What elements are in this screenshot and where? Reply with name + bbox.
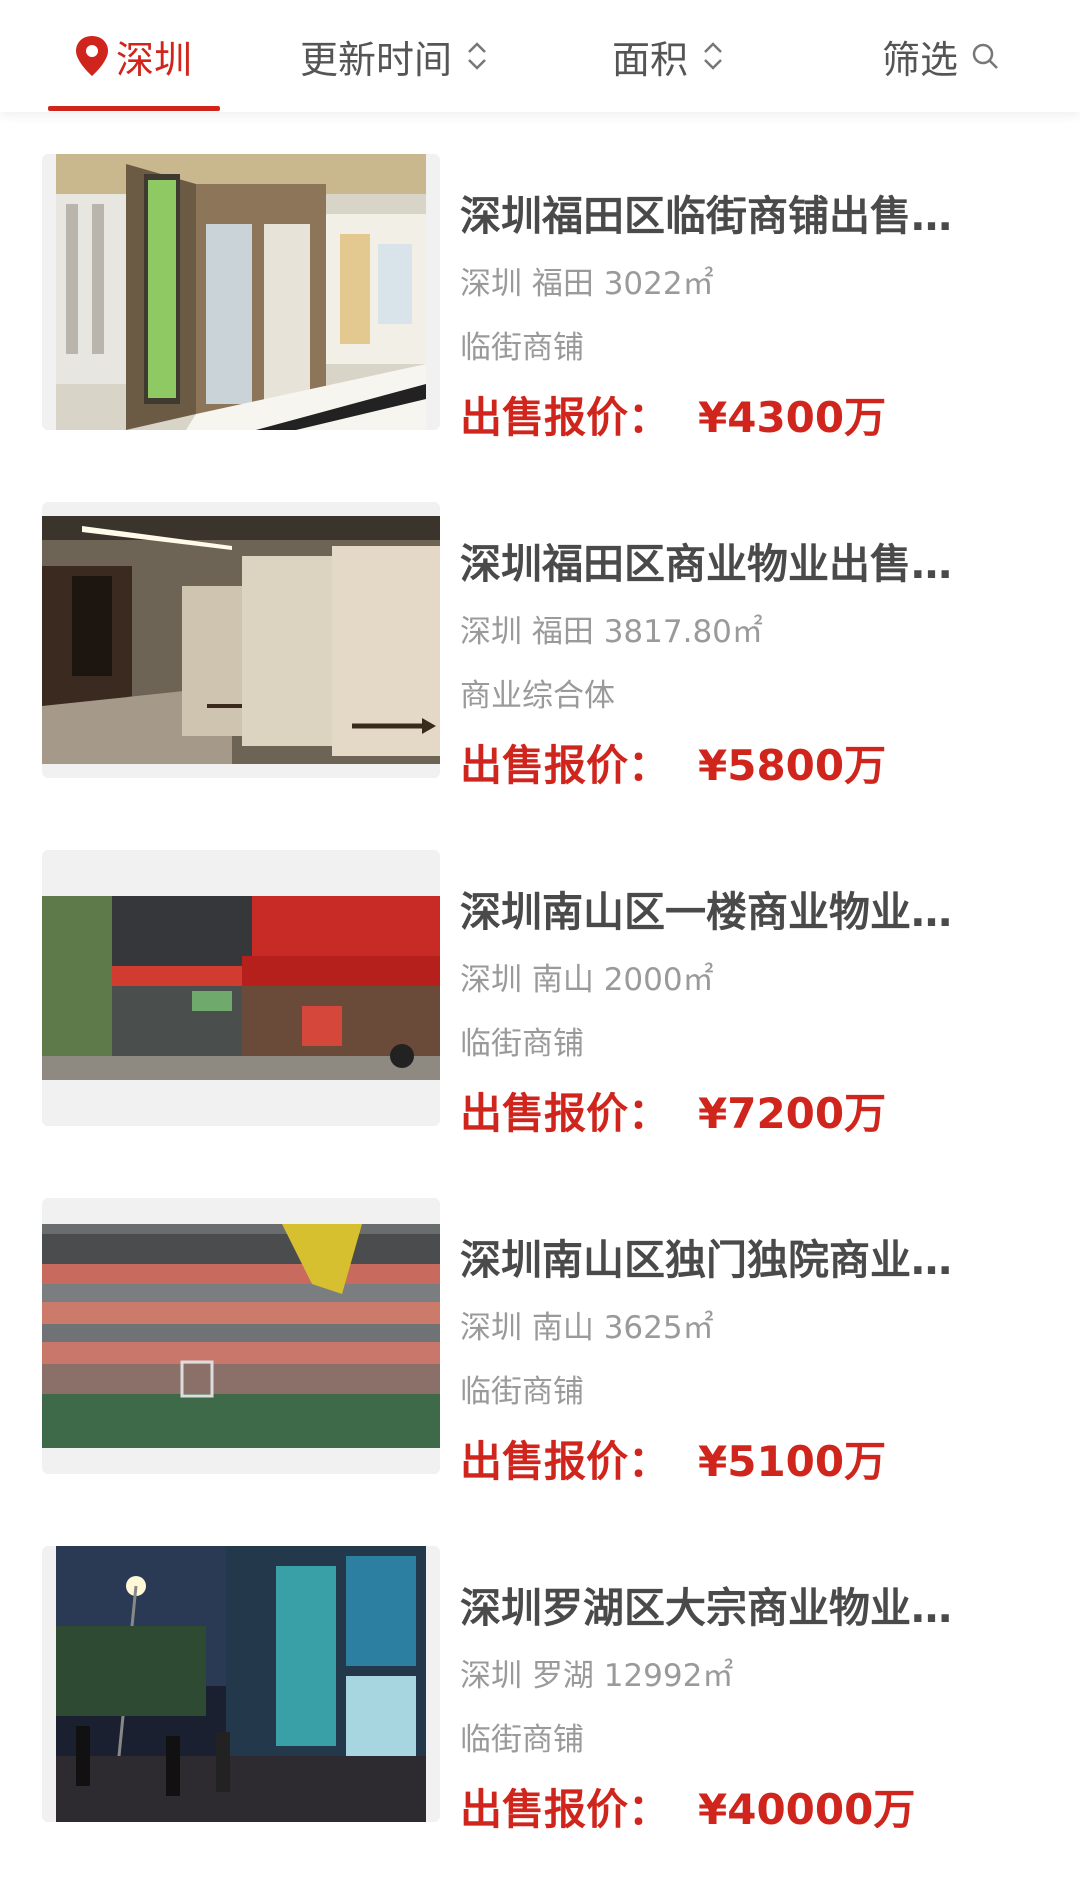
listing-card[interactable]: 深圳罗湖区大宗商业物业… 深圳 罗湖 12992㎡ 临街商铺 出售报价： ¥400… (0, 1546, 1080, 1846)
street-shops-photo (42, 896, 440, 1080)
listing-price: 出售报价： ¥5100万 (460, 1428, 886, 1489)
night-street-photo (56, 1546, 426, 1822)
listing-photo[interactable] (42, 154, 440, 430)
price-label: 出售报价： (460, 1785, 671, 1834)
price-label: 出售报价： (460, 1437, 671, 1486)
listing-card[interactable]: 深圳福田区临街商铺出售… 深圳 福田 3022㎡ 临街商铺 出售报价： ¥4300… (0, 154, 1080, 454)
listing-price: 出售报价： ¥5800万 (460, 732, 886, 793)
listing-title: 深圳南山区独门独院商业… (460, 1236, 952, 1284)
listing-location-size: 深圳 南山 3625㎡ (460, 1310, 714, 1346)
listing-photo[interactable] (42, 502, 440, 778)
listing-location-size: 深圳 福田 3817.80㎡ (460, 614, 763, 650)
listing-photo[interactable] (42, 1546, 440, 1822)
filter-bar: 深圳 更新时间 面积 筛选 (0, 0, 1080, 112)
listing-photo[interactable] (42, 1198, 440, 1474)
price-amount: ¥4300万 (698, 393, 887, 442)
update-time-label: 更新时间 (300, 37, 453, 82)
listing-location-size: 深圳 罗湖 12992㎡ (460, 1658, 734, 1694)
price-amount: ¥5800万 (698, 741, 887, 790)
listing-title: 深圳福田区临街商铺出售… (460, 192, 952, 240)
listing-property-type: 临街商铺 (460, 1026, 584, 1062)
price-amount: ¥7200万 (698, 1089, 887, 1138)
listing-card[interactable]: 深圳南山区独门独院商业… 深圳 南山 3625㎡ 临街商铺 出售报价： ¥5100… (0, 1198, 1080, 1498)
price-amount: ¥5100万 (698, 1437, 887, 1486)
listing-price: 出售报价： ¥4300万 (460, 384, 886, 445)
listing-card[interactable]: 深圳南山区一楼商业物业… 深圳 南山 2000㎡ 临街商铺 出售报价： ¥7200… (0, 850, 1080, 1150)
location-pin-icon (76, 36, 108, 76)
area-sort-tab[interactable]: 面积 (612, 24, 726, 88)
listing-property-type: 临街商铺 (460, 1374, 584, 1410)
update-time-sort-tab[interactable]: 更新时间 (300, 24, 490, 88)
listing-property-type: 商业综合体 (460, 678, 615, 714)
city-label: 深圳 (116, 37, 193, 82)
listing-price: 出售报价： ¥40000万 (460, 1776, 915, 1837)
price-label: 出售报价： (460, 393, 671, 442)
listing-property-type: 临街商铺 (460, 1722, 584, 1758)
price-amount: ¥40000万 (698, 1785, 916, 1834)
active-tab-underline (48, 106, 220, 111)
search-icon (972, 43, 998, 69)
listing-photo[interactable] (42, 850, 440, 1126)
listing-price: 出售报价： ¥7200万 (460, 1080, 886, 1141)
building-courtyard-photo (42, 1224, 440, 1448)
listing-property-type: 临街商铺 (460, 330, 584, 366)
listing-title: 深圳福田区商业物业出售… (460, 540, 952, 588)
area-label: 面积 (612, 37, 689, 82)
listing-location-size: 深圳 南山 2000㎡ (460, 962, 714, 998)
commercial-lobby-photo (42, 516, 440, 764)
filter-tab[interactable]: 筛选 (882, 24, 1000, 88)
price-label: 出售报价： (460, 741, 671, 790)
sort-chevrons-icon (468, 42, 486, 70)
listing-title: 深圳罗湖区大宗商业物业… (460, 1584, 952, 1632)
filter-label: 筛选 (882, 37, 959, 82)
listing-location-size: 深圳 福田 3022㎡ (460, 266, 714, 302)
listing-title: 深圳南山区一楼商业物业… (460, 888, 952, 936)
city-selector-tab[interactable]: 深圳 (72, 24, 192, 88)
sort-chevrons-icon (704, 42, 722, 70)
storefront-beauty-salon-photo (56, 154, 426, 430)
listing-card[interactable]: 深圳福田区商业物业出售… 深圳 福田 3817.80㎡ 商业综合体 出售报价： ¥… (0, 502, 1080, 802)
price-label: 出售报价： (460, 1089, 671, 1138)
